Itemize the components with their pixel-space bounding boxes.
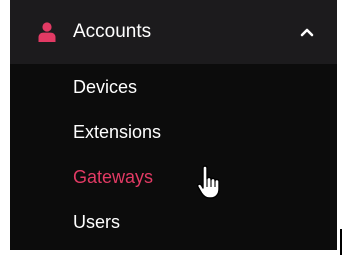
accounts-menu-header[interactable]: Accounts — [10, 0, 337, 64]
user-icon — [38, 22, 56, 42]
submenu-item-gateways[interactable]: Gateways — [73, 164, 153, 190]
text-caret — [340, 229, 342, 255]
submenu-item-users[interactable]: Users — [73, 209, 120, 235]
accounts-menu: Accounts Devices Extensions Gateways Use… — [10, 0, 337, 250]
accounts-menu-label: Accounts — [73, 21, 152, 42]
chevron-up-icon[interactable] — [300, 27, 314, 37]
submenu-item-extensions[interactable]: Extensions — [73, 119, 161, 145]
submenu-item-devices[interactable]: Devices — [73, 74, 137, 100]
hand-pointer-icon — [196, 165, 220, 199]
